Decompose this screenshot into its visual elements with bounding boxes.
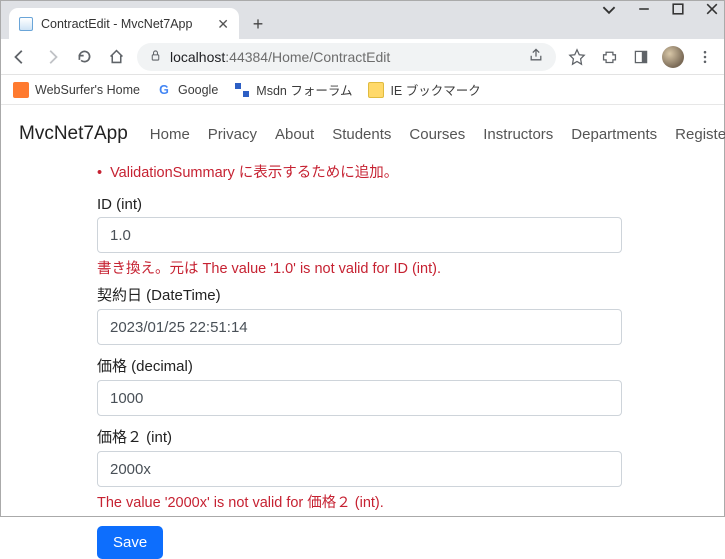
bookmarks-bar: WebSurfer's Home G Google Msdn フォーラム IE …	[1, 75, 724, 105]
sidepanel-icon[interactable]	[630, 46, 652, 68]
bookmark-google[interactable]: G Google	[156, 82, 218, 98]
price2-label: 価格２ (int)	[97, 426, 622, 447]
folder-icon	[368, 82, 384, 98]
msdn-icon	[234, 82, 250, 98]
nav-home[interactable]: Home	[150, 126, 190, 143]
forward-icon	[41, 46, 63, 68]
tab-title: ContractEdit - MvcNet7App	[41, 17, 209, 31]
bookmark-websurfer[interactable]: WebSurfer's Home	[13, 82, 140, 98]
price-label: 価格 (decimal)	[97, 355, 622, 376]
url-text: localhost:44384/Home/ContractEdit	[170, 49, 390, 65]
nav-register[interactable]: Register	[675, 126, 725, 143]
share-icon[interactable]	[528, 47, 544, 66]
form: •ValidationSummary に表示するために追加。 ID (int) …	[97, 161, 622, 559]
brand[interactable]: MvcNet7App	[19, 123, 128, 145]
validation-summary: •ValidationSummary に表示するために追加。	[97, 161, 622, 182]
close-tab-icon[interactable]: ✕	[217, 17, 229, 31]
site-navbar: MvcNet7App Home Privacy About Students C…	[19, 117, 706, 155]
field-date: 契約日 (DateTime)	[97, 284, 622, 349]
id-error: 書き換え。元は The value '1.0' is not valid for…	[97, 257, 622, 278]
save-button[interactable]: Save	[97, 526, 163, 559]
home-icon[interactable]	[105, 46, 127, 68]
nav-departments[interactable]: Departments	[571, 126, 657, 143]
profile-avatar[interactable]	[662, 46, 684, 68]
browser-titlebar: ContractEdit - MvcNet7App ✕ +	[1, 1, 724, 39]
nav-students[interactable]: Students	[332, 126, 391, 143]
bookmark-msdn[interactable]: Msdn フォーラム	[234, 80, 352, 99]
bookmark-icon	[13, 82, 29, 98]
page-favicon	[19, 17, 33, 31]
nav-instructors[interactable]: Instructors	[483, 126, 553, 143]
nav-privacy[interactable]: Privacy	[208, 126, 257, 143]
browser-tab[interactable]: ContractEdit - MvcNet7App ✕	[9, 8, 239, 39]
address-bar[interactable]: localhost:44384/Home/ContractEdit	[137, 43, 556, 71]
field-price: 価格 (decimal)	[97, 355, 622, 420]
minimize-icon[interactable]	[638, 3, 650, 17]
google-icon: G	[156, 82, 172, 98]
price2-input[interactable]	[97, 451, 622, 487]
page-content: MvcNet7App Home Privacy About Students C…	[1, 105, 724, 559]
window-controls	[602, 3, 718, 17]
browser-toolbar: localhost:44384/Home/ContractEdit	[1, 39, 724, 75]
price-input[interactable]	[97, 380, 622, 416]
maximize-icon[interactable]	[672, 3, 684, 17]
date-label: 契約日 (DateTime)	[97, 284, 622, 305]
star-icon[interactable]	[566, 46, 588, 68]
close-window-icon[interactable]	[706, 3, 718, 17]
bookmark-ie[interactable]: IE ブックマーク	[368, 80, 480, 99]
extensions-icon[interactable]	[598, 46, 620, 68]
lock-icon	[149, 49, 162, 65]
chevron-down-icon[interactable]	[602, 3, 616, 17]
id-label: ID (int)	[97, 196, 622, 213]
new-tab-button[interactable]: +	[245, 11, 271, 37]
id-input[interactable]	[97, 217, 622, 253]
nav-courses[interactable]: Courses	[409, 126, 465, 143]
price2-error: The value '2000x' is not valid for 価格２ (…	[97, 491, 622, 512]
date-input[interactable]	[97, 309, 622, 345]
menu-icon[interactable]	[694, 46, 716, 68]
back-icon[interactable]	[9, 46, 31, 68]
nav-about[interactable]: About	[275, 126, 314, 143]
field-price2: 価格２ (int) The value '2000x' is not valid…	[97, 426, 622, 512]
field-id: ID (int) 書き換え。元は The value '1.0' is not …	[97, 196, 622, 278]
reload-icon[interactable]	[73, 46, 95, 68]
bullet-icon: •	[97, 165, 102, 181]
